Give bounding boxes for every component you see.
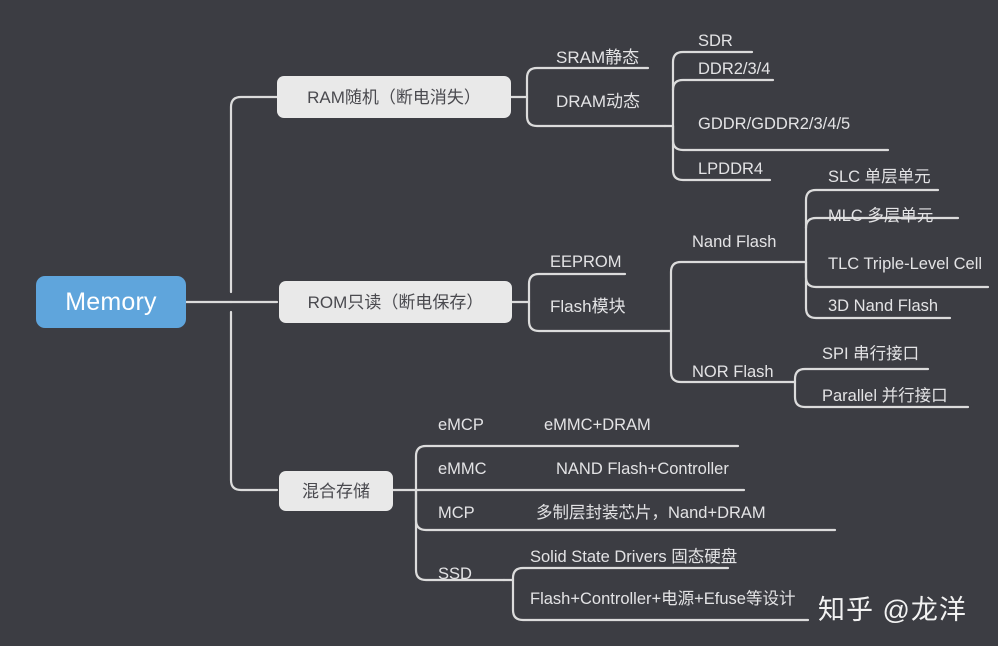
node-mcp-desc[interactable]: 多制层封装芯片，Nand+DRAM [536,499,766,521]
node-flash-module[interactable]: Flash模块 [550,293,626,315]
node-emcp-label: eMCP [438,415,484,434]
node-parallel[interactable]: Parallel 并行接口 [822,382,948,404]
node-mlc[interactable]: MLC 多层单元 [828,202,933,224]
node-tlc-label: TLC Triple-Level Cell [828,254,983,273]
node-emmc-label: eMMC [438,459,487,478]
node-ssd[interactable]: SSD [438,560,472,582]
wire-hybrid-dummy [416,464,426,474]
node-flash-module-label: Flash模块 [550,297,626,316]
node-sdr[interactable]: SDR [698,27,733,49]
node-ssd-desc2[interactable]: Flash+Controller+电源+Efuse等设计 [530,585,795,607]
wire-dram-ddr [671,78,775,92]
node-ssd-desc1-label: Solid State Drivers 固态硬盘 [530,547,738,566]
root-node-label: Memory [65,287,157,316]
node-rom[interactable]: ROM只读（断电保存） [279,281,512,323]
node-lpddr4-label: LPDDR4 [698,159,764,178]
node-mcp[interactable]: MCP [438,499,475,521]
node-nor-flash-label: NOR Flash [692,362,774,381]
node-ssd-label: SSD [438,564,472,583]
node-sram[interactable]: SRAM静态 [556,44,639,66]
node-ssd-desc2-label: Flash+Controller+电源+Efuse等设计 [530,589,796,608]
node-3d-nand-label: 3D Nand Flash [828,296,939,315]
node-gddr[interactable]: GDDR/GDDR2/3/4/5 [698,110,850,132]
node-lpddr4[interactable]: LPDDR4 [698,155,763,177]
node-ddr234[interactable]: DDR2/3/4 [698,55,770,77]
node-eeprom[interactable]: EEPROM [550,248,622,270]
node-sram-label: SRAM静态 [556,48,640,67]
node-ssd-desc1[interactable]: Solid State Drivers 固态硬盘 [530,543,737,565]
node-ram[interactable]: RAM随机（断电消失） [277,76,511,118]
node-emcp-desc[interactable]: eMMC+DRAM [544,411,651,433]
node-hybrid-label: 混合存储 [302,481,370,501]
mindmap-canvas: Memory RAM随机（断电消失） ROM只读（断电保存） 混合存储 SRAM… [0,0,998,646]
node-rom-label: ROM只读（断电保存） [307,292,484,312]
node-mcp-desc-label: 多制层封装芯片，Nand+DRAM [536,503,766,522]
node-dram-label: DRAM动态 [556,92,641,111]
node-nor-flash[interactable]: NOR Flash [692,358,774,380]
node-emmc-desc[interactable]: NAND Flash+Controller [556,455,729,477]
node-slc-label: SLC 单层单元 [828,167,931,186]
wire-ssd-desc1 [511,566,730,582]
wire-trunk-ram [229,95,279,294]
watermark-text: 知乎 @龙洋 [818,595,967,625]
node-eeprom-label: EEPROM [550,252,622,271]
wire-trunk-hybrid [229,310,279,492]
wire-nor-spi [793,367,930,384]
node-nand-flash-label: Nand Flash [692,232,777,251]
node-parallel-label: Parallel 并行接口 [822,386,948,405]
node-gddr-label: GDDR/GDDR2/3/4/5 [698,114,851,133]
watermark: 知乎 @龙洋 [818,588,967,627]
node-sdr-label: SDR [698,31,733,50]
node-dram[interactable]: DRAM动态 [556,88,640,110]
node-hybrid[interactable]: 混合存储 [279,471,393,511]
node-spi[interactable]: SPI 串行接口 [822,340,919,362]
node-slc[interactable]: SLC 单层单元 [828,163,931,185]
node-emcp[interactable]: eMCP [438,411,484,433]
node-emcp-desc-label: eMMC+DRAM [544,415,651,434]
node-ddr234-label: DDR2/3/4 [698,59,771,78]
node-ram-label: RAM随机（断电消失） [307,87,481,107]
root-node-memory[interactable]: Memory [36,276,186,328]
node-nand-flash[interactable]: Nand Flash [692,228,776,250]
node-emmc[interactable]: eMMC [438,455,487,477]
node-tlc[interactable]: TLC Triple-Level Cell [828,250,982,272]
wire-flash-nand [669,260,795,333]
node-emmc-desc-label: NAND Flash+Controller [556,459,729,478]
node-spi-label: SPI 串行接口 [822,344,920,363]
node-mcp-label: MCP [438,503,475,522]
node-mlc-label: MLC 多层单元 [828,206,934,225]
node-3d-nand[interactable]: 3D Nand Flash [828,292,938,314]
